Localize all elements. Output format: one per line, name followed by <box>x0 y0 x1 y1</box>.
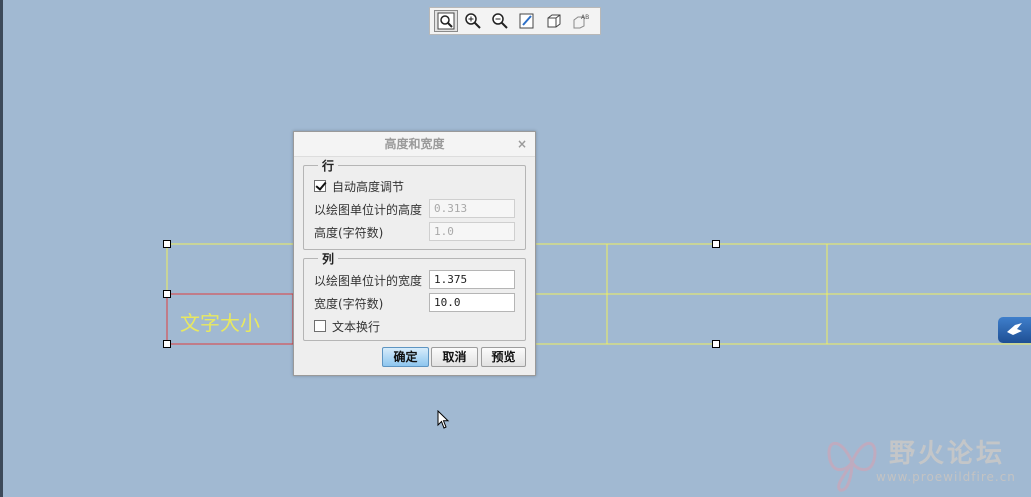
zoom-out-button[interactable] <box>488 10 512 32</box>
selection-handle <box>163 240 171 248</box>
repaint-button[interactable] <box>515 10 539 32</box>
zoom-fit-button[interactable] <box>434 10 458 32</box>
close-icon[interactable]: × <box>517 132 527 156</box>
row-group-title: 行 <box>318 157 339 174</box>
height-width-dialog: 高度和宽度 × 行 自动高度调节 以绘图单位计的高度 0.313 高度(字符数)… <box>293 131 536 376</box>
height-chars-field[interactable]: 1.0 <box>429 222 515 241</box>
row-group: 行 自动高度调节 以绘图单位计的高度 0.313 高度(字符数) 1.0 <box>303 157 526 250</box>
zoom-in-icon <box>465 13 481 29</box>
width-drawing-units-field[interactable]: 1.375 <box>429 270 515 289</box>
repaint-icon <box>519 13 534 29</box>
ok-button[interactable]: 确定 <box>382 347 429 367</box>
zoom-in-button[interactable] <box>461 10 485 32</box>
column-group: 列 以绘图单位计的宽度 1.375 宽度(字符数) 10.0 文本换行 <box>303 250 526 341</box>
annotation-display-button[interactable]: AB <box>569 10 593 32</box>
height-drawing-units-field[interactable]: 0.313 <box>429 199 515 218</box>
text-wrap-label: 文本换行 <box>332 319 381 334</box>
side-bird-icon[interactable] <box>998 317 1031 343</box>
display-style-icon <box>547 14 561 28</box>
watermark-url: www.proewildfire.cn <box>876 470 1016 484</box>
view-toolbar: AB <box>429 7 601 35</box>
mouse-cursor-icon <box>437 410 450 429</box>
cancel-button[interactable]: 取消 <box>431 347 478 367</box>
height-chars-label: 高度(字符数) <box>314 225 384 240</box>
svg-text:AB: AB <box>581 14 589 21</box>
bird-icon <box>1007 323 1022 335</box>
watermark-logo-icon <box>827 441 877 492</box>
auto-height-row[interactable]: 自动高度调节 <box>314 176 515 196</box>
dialog-title-bar[interactable]: 高度和宽度 × <box>294 132 535 157</box>
height-drawing-units-label: 以绘图单位计的高度 <box>314 202 423 217</box>
auto-height-label: 自动高度调节 <box>332 179 405 194</box>
width-chars-field[interactable]: 10.0 <box>429 293 515 312</box>
cell-text[interactable]: 文字大小 <box>180 307 260 336</box>
selection-handle <box>163 340 171 348</box>
selection-handle <box>712 340 720 348</box>
column-group-title: 列 <box>318 250 339 267</box>
zoom-fit-icon <box>437 12 455 30</box>
selection-handle <box>163 290 171 298</box>
width-chars-label: 宽度(字符数) <box>314 296 384 311</box>
zoom-out-icon <box>492 13 508 29</box>
display-style-button[interactable] <box>542 10 566 32</box>
width-drawing-units-label: 以绘图单位计的宽度 <box>314 273 423 288</box>
auto-height-checkbox[interactable] <box>314 180 326 192</box>
dialog-title: 高度和宽度 <box>384 137 445 151</box>
annotation-display-icon: AB <box>573 14 589 29</box>
selection-handle <box>712 240 720 248</box>
text-wrap-row[interactable]: 文本换行 <box>314 316 515 336</box>
preview-button[interactable]: 预览 <box>481 347 526 367</box>
text-wrap-checkbox[interactable] <box>314 320 326 332</box>
drawing-canvas[interactable]: 文字大小 AB 高度和宽度 × 行 自动高度调节 以绘图单位计的高度 0.313… <box>0 0 1031 497</box>
watermark-text: 野火论坛 <box>889 439 1006 469</box>
